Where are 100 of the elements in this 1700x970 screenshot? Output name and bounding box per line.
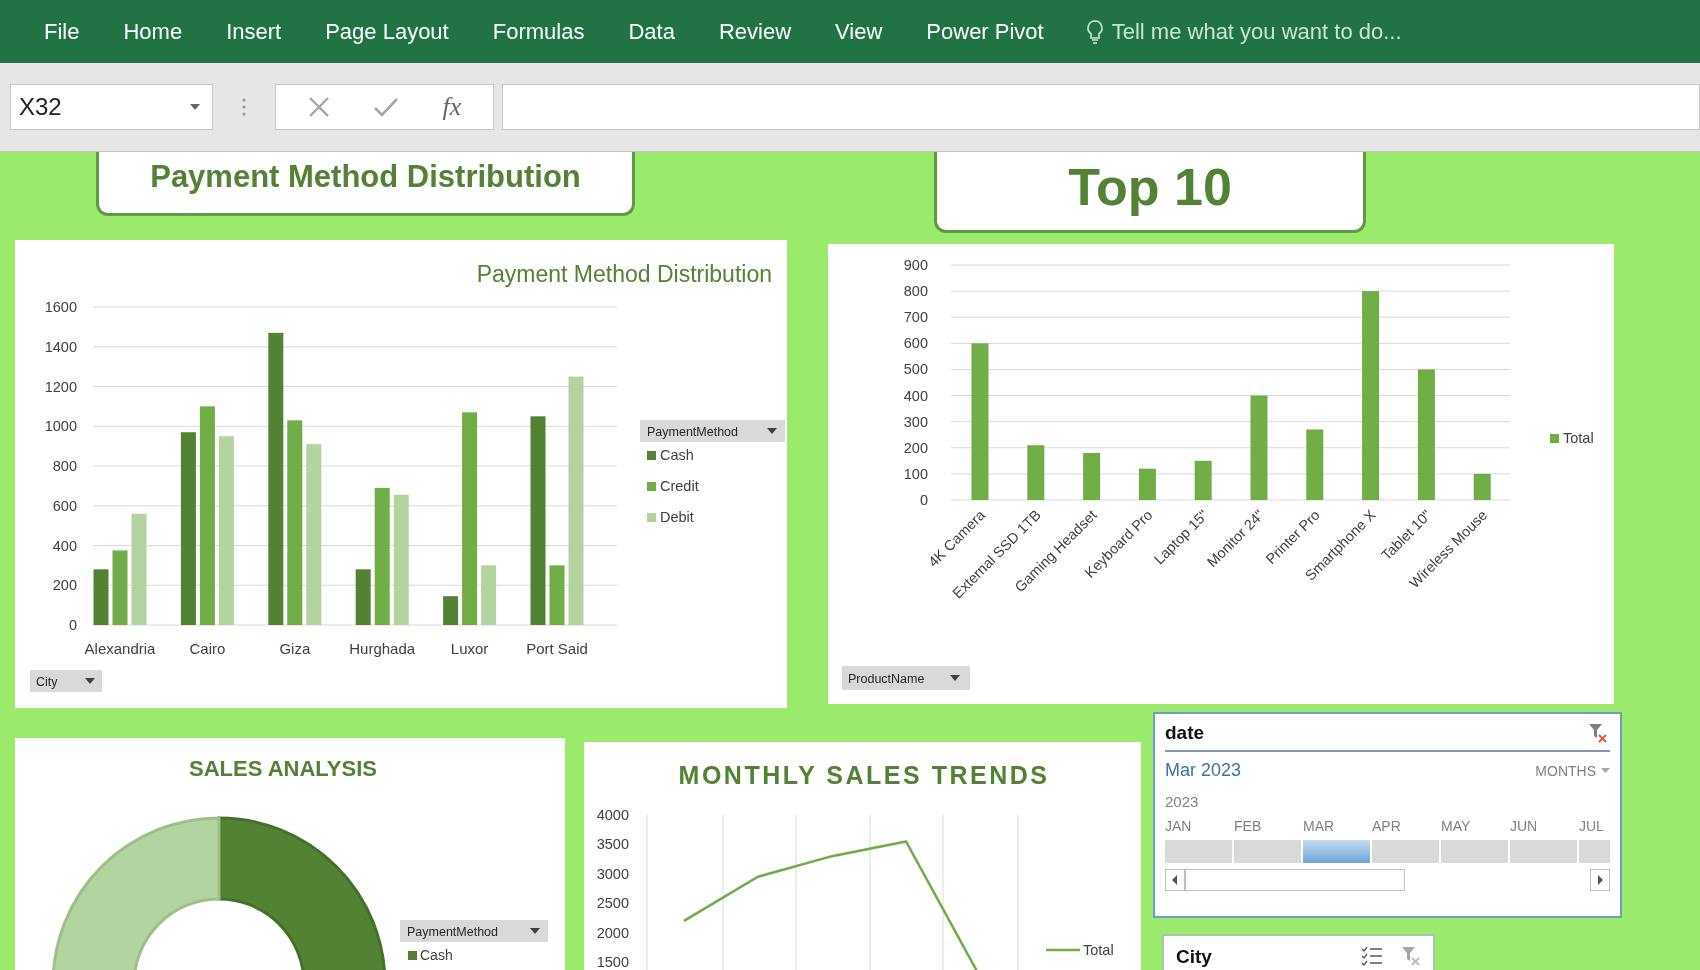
bar bbox=[355, 569, 371, 625]
tell-me-search[interactable]: Tell me what you want to do... bbox=[1111, 18, 1402, 45]
ribbon-tab[interactable]: Formulas bbox=[470, 12, 607, 51]
legend-label: Total bbox=[1083, 942, 1114, 958]
axis-tick-label: 400 bbox=[903, 387, 928, 404]
legend-label: Debit bbox=[660, 509, 694, 525]
category-label: Cairo bbox=[189, 640, 226, 657]
bar bbox=[1194, 460, 1212, 500]
time-level-dropdown[interactable]: MONTHS bbox=[1535, 762, 1610, 779]
category-label: Giza bbox=[279, 640, 311, 657]
clear-filter-icon[interactable] bbox=[1588, 723, 1608, 743]
axis-tick-label: 400 bbox=[52, 537, 77, 554]
month-tile[interactable] bbox=[1165, 840, 1232, 863]
bar bbox=[1306, 429, 1324, 500]
dropdown-caret-icon bbox=[190, 104, 200, 110]
legend-label: Credit bbox=[660, 478, 699, 494]
axis-tick-label: 0 bbox=[919, 492, 928, 508]
selected-period: Mar 2023 bbox=[1165, 760, 1242, 781]
ribbon-tab[interactable]: Review bbox=[696, 12, 814, 51]
axis-tick-label: 3000 bbox=[596, 865, 629, 882]
check-icon[interactable] bbox=[373, 96, 400, 118]
category-label: Port Said bbox=[526, 640, 588, 657]
month-tile[interactable] bbox=[1510, 840, 1577, 863]
chart-title: SALES ANALYSIS bbox=[189, 756, 377, 781]
axis-tick-label: 1200 bbox=[44, 378, 77, 395]
axis-tick-label: 1500 bbox=[596, 954, 629, 970]
scroll-thumb[interactable] bbox=[1185, 869, 1405, 891]
slicer-title: City bbox=[1176, 946, 1212, 968]
banner-title: Top 10 bbox=[1068, 156, 1232, 217]
ribbon-tab[interactable]: View bbox=[813, 12, 905, 51]
chart-title: MONTHLY SALES TRENDS bbox=[678, 761, 1050, 789]
chart-title: Payment Method Distribution bbox=[476, 261, 772, 287]
legend-label: Cash bbox=[660, 447, 694, 463]
axis-tick-label: 100 bbox=[903, 465, 928, 482]
ribbon-tab[interactable]: Power Pivot bbox=[904, 12, 1066, 51]
month-tile[interactable] bbox=[1372, 840, 1439, 863]
bar bbox=[1083, 453, 1101, 500]
axis-tick-label: 200 bbox=[52, 577, 77, 594]
axis-tick-label: 1000 bbox=[44, 418, 77, 435]
insert-function-button[interactable]: fx bbox=[442, 92, 462, 122]
axis-tick-label: 800 bbox=[903, 283, 928, 300]
axis-field-button[interactable]: ProductName bbox=[842, 666, 970, 690]
axis-tick-label: 1400 bbox=[44, 338, 77, 355]
category-label: Hurghada bbox=[349, 640, 416, 657]
month-label: APR bbox=[1372, 818, 1401, 834]
category-label: Alexandria bbox=[84, 640, 156, 657]
slicer-title: date bbox=[1165, 722, 1205, 744]
axis-tick-label: 900 bbox=[903, 257, 928, 273]
month-tile[interactable] bbox=[1234, 840, 1301, 863]
month-tile[interactable] bbox=[1303, 840, 1370, 863]
bar bbox=[1138, 468, 1156, 500]
axis-tick-label: 700 bbox=[903, 309, 928, 326]
bar bbox=[1027, 445, 1045, 500]
axis-tick-label: 600 bbox=[903, 335, 928, 352]
formula-input[interactable] bbox=[502, 84, 1700, 130]
axis-tick-label: 500 bbox=[903, 361, 928, 378]
month-tile[interactable] bbox=[1441, 840, 1508, 863]
month-label: JUN bbox=[1510, 818, 1538, 834]
bar bbox=[1473, 473, 1491, 500]
month-label: JUL bbox=[1579, 818, 1604, 834]
axis-tick-label: 2000 bbox=[596, 924, 629, 941]
scroll-left-icon[interactable] bbox=[1165, 869, 1185, 891]
axis-tick-label: 0 bbox=[68, 617, 77, 633]
legend-label: Total bbox=[1563, 430, 1594, 446]
legend-label: Cash bbox=[420, 947, 453, 963]
category-label: Luxor bbox=[450, 640, 489, 657]
axis-tick-label: 300 bbox=[903, 413, 928, 430]
cancel-icon[interactable] bbox=[307, 96, 330, 118]
axis-field-button[interactable]: City bbox=[30, 670, 102, 692]
legend-field-button[interactable]: PaymentMethod bbox=[400, 920, 548, 942]
multi-select-icon[interactable] bbox=[1361, 946, 1383, 966]
ribbon-tab[interactable]: Insert bbox=[204, 12, 304, 51]
axis-tick-label: 1600 bbox=[44, 299, 77, 315]
month-label: MAR bbox=[1303, 818, 1335, 834]
caret-icon bbox=[1601, 768, 1610, 773]
banner-title: Payment Method Distribution bbox=[150, 159, 581, 195]
year-label: 2023 bbox=[1165, 793, 1199, 810]
ribbon-tab[interactable]: Home bbox=[101, 12, 205, 51]
month-label: JAN bbox=[1165, 818, 1192, 834]
axis-tick-label: 200 bbox=[903, 439, 928, 456]
name-box[interactable]: X32 bbox=[10, 84, 213, 130]
clear-filter-icon[interactable] bbox=[1401, 946, 1421, 966]
legend-field-button[interactable]: PaymentMethod bbox=[640, 420, 785, 442]
bar bbox=[443, 596, 459, 625]
drag-handle-icon[interactable] bbox=[242, 97, 246, 117]
scroll-right-icon[interactable] bbox=[1590, 869, 1610, 891]
bar bbox=[481, 565, 497, 625]
axis-tick-label: 3500 bbox=[596, 836, 629, 853]
axis-tick-label: 4000 bbox=[596, 807, 629, 823]
month-label: MAY bbox=[1441, 818, 1471, 834]
axis-tick-label: 800 bbox=[52, 458, 77, 474]
bar bbox=[549, 565, 565, 625]
axis-tick-label: 600 bbox=[52, 497, 77, 514]
bar bbox=[93, 569, 109, 625]
ribbon-tab[interactable]: Page Layout bbox=[303, 12, 471, 51]
ribbon-tab[interactable]: Data bbox=[606, 12, 697, 51]
ribbon-tab[interactable]: File bbox=[22, 12, 102, 51]
lightbulb-icon bbox=[1085, 18, 1104, 45]
month-label: FEB bbox=[1234, 818, 1262, 834]
axis-tick-label: 2500 bbox=[596, 895, 629, 912]
